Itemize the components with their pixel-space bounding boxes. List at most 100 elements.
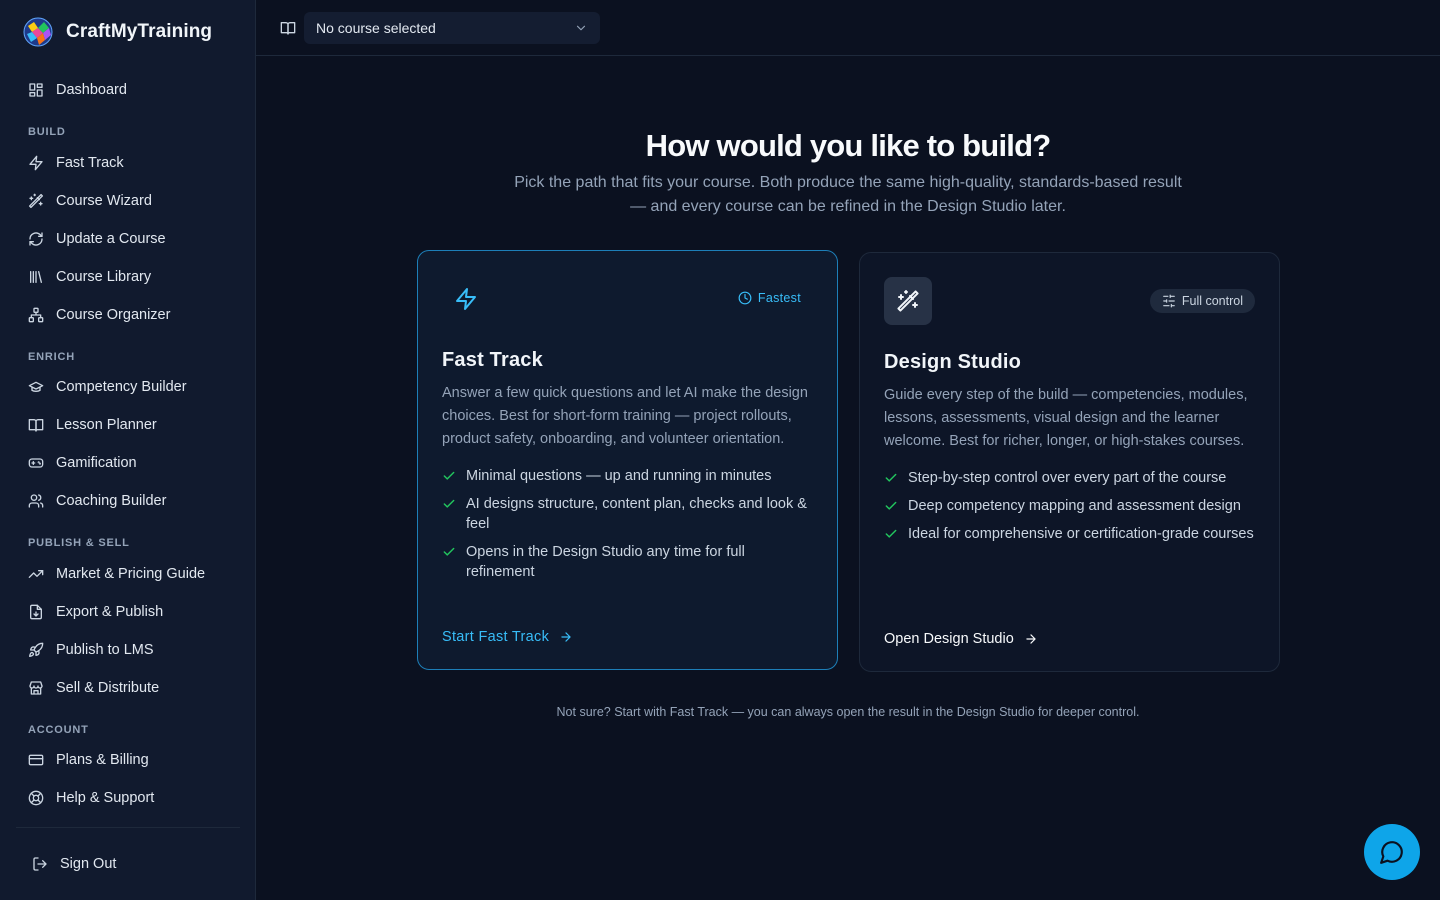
feature-text: Minimal questions — up and running in mi… [466, 468, 772, 484]
arrow-right-icon [1026, 634, 1036, 644]
card-title: Design Studio [884, 351, 1022, 373]
sidebar-item-help-support[interactable]: Help & Support [16, 781, 240, 815]
feature-item: Minimal questions — up and running in mi… [442, 466, 813, 486]
sidebar-item-label: Gamification [56, 455, 137, 471]
arrow-right-icon [561, 632, 571, 642]
feature-list: Step-by-step control over every part of … [884, 468, 1255, 544]
sidebar-item-lesson-planner[interactable]: Lesson Planner [16, 408, 240, 442]
section-label-enrich: ENRICH [28, 351, 75, 363]
check-icon [885, 529, 897, 538]
feature-text: Ideal for comprehensive or certification… [908, 526, 1254, 542]
sidebar-item-course-wizard[interactable]: Course Wizard [16, 184, 240, 218]
check-icon [443, 547, 455, 556]
sidebar-divider [16, 827, 240, 828]
feature-item: Deep competency mapping and assessment d… [884, 496, 1255, 516]
footnote: Not sure? Start with Fast Track — you ca… [556, 705, 1140, 719]
users-icon [28, 494, 44, 508]
book-open-icon [28, 419, 44, 432]
sidebar-item-course-organizer[interactable]: Course Organizer [16, 298, 240, 332]
globe-logo-icon [23, 17, 53, 47]
credit-card-icon [28, 754, 44, 766]
design-studio-card[interactable]: Full control Design Studio Guide every s… [859, 252, 1280, 672]
message-circle-icon [1380, 841, 1403, 864]
feature-item: AI designs structure, content plan, chec… [442, 494, 813, 534]
graduation-cap-icon [28, 381, 44, 392]
page-title: How would you like to build? [645, 128, 1051, 163]
refresh-icon [29, 232, 43, 246]
sidebar: CraftMyTraining Dashboard BUILD Fast Tra… [0, 0, 256, 900]
sidebar-item-gamification[interactable]: Gamification [16, 446, 240, 480]
sidebar-item-market-pricing[interactable]: Market & Pricing Guide [16, 557, 240, 591]
card-title: Fast Track [442, 349, 543, 371]
brand[interactable]: CraftMyTraining [22, 16, 212, 48]
app-name: CraftMyTraining [66, 21, 213, 42]
feature-item: Ideal for comprehensive or certification… [884, 524, 1255, 544]
card-description: Answer a few quick questions and let AI … [442, 385, 808, 447]
course-select[interactable]: No course selected [304, 12, 600, 44]
feature-item: Opens in the Design Studio any time for … [442, 542, 813, 582]
wand-icon [28, 193, 44, 209]
book-open-icon[interactable] [280, 20, 296, 36]
sidebar-item-fast-track[interactable]: Fast Track [16, 146, 240, 180]
workflow-icon [28, 307, 44, 323]
trending-up-icon [28, 570, 44, 578]
clock-icon [738, 291, 752, 305]
sidebar-item-label: Plans & Billing [56, 752, 149, 768]
topbar: No course selected [256, 0, 1440, 56]
log-out-icon [33, 857, 47, 871]
sliders-icon [1163, 294, 1175, 308]
cta-label: Start Fast Track [442, 629, 550, 645]
zap-icon [29, 155, 43, 171]
section-label-account: ACCOUNT [28, 724, 89, 736]
sidebar-item-plans-billing[interactable]: Plans & Billing [16, 743, 240, 777]
sidebar-item-label: Market & Pricing Guide [56, 566, 206, 582]
sidebar-item-label: Sell & Distribute [56, 680, 160, 696]
badge-label: Full control [1181, 294, 1243, 308]
sidebar-item-label: Course Wizard [56, 193, 152, 209]
fast-track-card[interactable]: Fastest Fast Track Answer a few quick qu… [417, 250, 838, 670]
sidebar-item-label: Lesson Planner [56, 417, 157, 433]
wand-icon [897, 290, 919, 312]
feature-item: Step-by-step control over every part of … [884, 468, 1255, 488]
file-icon [30, 604, 42, 620]
sidebar-item-competency-builder[interactable]: Competency Builder [16, 370, 240, 404]
sidebar-item-sell-distribute[interactable]: Sell & Distribute [16, 671, 240, 705]
studio-icon-box [884, 277, 932, 325]
sidebar-item-label: Update a Course [56, 231, 166, 247]
sidebar-item-dashboard[interactable]: Dashboard [16, 73, 240, 107]
sidebar-item-update-course[interactable]: Update a Course [16, 222, 240, 256]
zap-icon [456, 288, 476, 310]
sidebar-item-label: Coaching Builder [56, 493, 167, 509]
sidebar-item-label: Course Organizer [56, 307, 171, 323]
feature-text: Deep competency mapping and assessment d… [908, 498, 1241, 514]
start-fast-track-button[interactable]: Start Fast Track [442, 629, 573, 645]
check-icon [443, 471, 455, 480]
full-control-badge: Full control [1149, 289, 1255, 313]
page-subtitle: Pick the path that fits your course. Bot… [514, 174, 1182, 215]
feature-list: Minimal questions — up and running in mi… [442, 466, 813, 582]
sidebar-item-export-publish[interactable]: Export & Publish [16, 595, 240, 629]
sidebar-item-label: Fast Track [56, 155, 124, 171]
feature-text: Opens in the Design Studio any time for … [466, 544, 745, 580]
feature-text: AI designs structure, content plan, chec… [466, 496, 807, 532]
sidebar-item-label: Publish to LMS [56, 642, 154, 658]
sign-out-button[interactable]: Sign Out [20, 847, 244, 881]
feature-text: Step-by-step control over every part of … [908, 470, 1227, 486]
sidebar-item-label: Competency Builder [56, 379, 187, 395]
sidebar-item-label: Dashboard [56, 82, 127, 98]
library-icon [30, 271, 42, 283]
check-icon [885, 473, 897, 482]
fastest-badge: Fastest [738, 291, 801, 305]
check-icon [885, 501, 897, 510]
section-label-publish: PUBLISH & SELL [28, 537, 130, 549]
sidebar-item-coaching-builder[interactable]: Coaching Builder [16, 484, 240, 518]
chat-button[interactable] [1364, 824, 1420, 880]
open-design-studio-button[interactable]: Open Design Studio [884, 631, 1038, 647]
sidebar-item-label: Help & Support [56, 790, 155, 806]
section-label-build: BUILD [28, 126, 66, 138]
life-buoy-icon [28, 790, 44, 806]
sidebar-item-course-library[interactable]: Course Library [16, 260, 240, 294]
sidebar-item-publish-lms[interactable]: Publish to LMS [16, 633, 240, 667]
store-icon [29, 681, 43, 695]
card-description: Guide every step of the build — competen… [884, 387, 1248, 449]
